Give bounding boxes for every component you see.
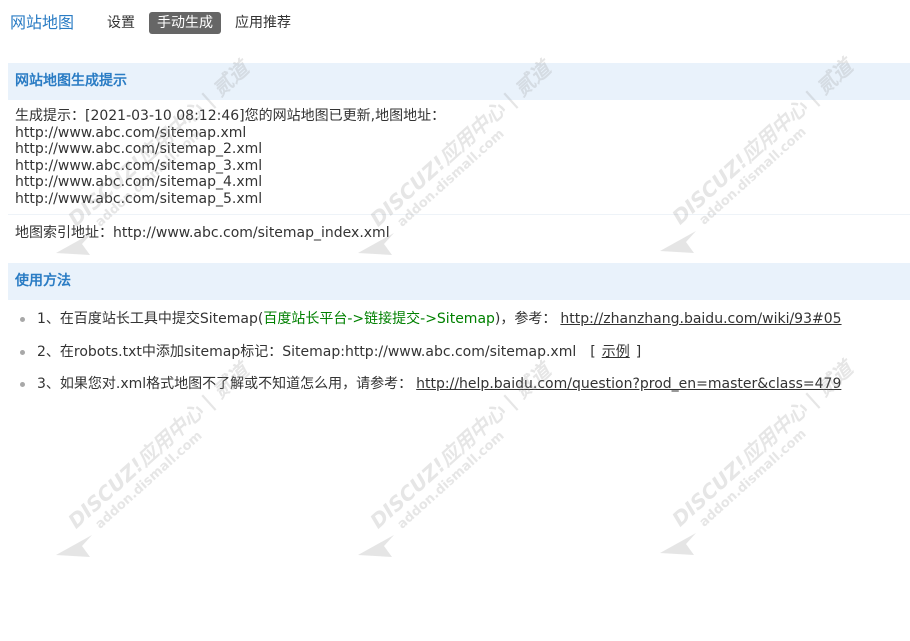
sitemap-url: http://www.abc.com/sitemap_5.xml — [15, 190, 263, 207]
example-link[interactable]: 示例 — [602, 344, 630, 360]
step-text-suffix: )，参考： — [494, 311, 557, 327]
tab-manual-generate[interactable]: 手动生成 — [149, 12, 221, 34]
tab-bar: 设置 手动生成 应用推荐 — [99, 12, 305, 34]
discuz-arrow-logo-icon — [56, 535, 92, 557]
watermark-brand: DISCUZ!应用中心 — [667, 397, 812, 532]
watermark-brand: DISCUZ!应用中心 — [365, 399, 510, 534]
baidu-help-link[interactable]: http://help.baidu.com/question?prod_en=m… — [416, 376, 841, 392]
usage-step-3: 3、如果您对.xml格式地图不了解或不知道怎么用，请参考： http://help… — [0, 376, 910, 393]
baidu-wiki-link[interactable]: http://zhanzhang.baidu.com/wiki/93#05 — [560, 311, 841, 327]
step-highlight: 百度站长平台->链接提交->Sitemap — [263, 311, 495, 327]
step-text: 3、如果您对.xml格式地图不了解或不知道怎么用，请参考： — [37, 376, 413, 393]
usage-step-1: 1、在百度站长工具中提交Sitemap(百度站长平台->链接提交->Sitema… — [0, 311, 910, 328]
usage-section-header: 使用方法 — [8, 263, 910, 300]
usage-step-2: 2、在robots.txt中添加sitemap标记：Sitemap:http:/… — [0, 344, 910, 361]
sitemap-url: http://www.abc.com/sitemap_2.xml — [15, 141, 263, 158]
sitemap-admin-page: 网站地图 设置 手动生成 应用推荐 网站地图生成提示 生成提示：[2021-03… — [0, 0, 910, 641]
sitemap-url: http://www.abc.com/sitemap.xml — [15, 124, 247, 141]
generate-notice: 生成提示：[2021-03-10 08:12:46]您的网站地图已更新,地图地址… — [8, 100, 910, 215]
sitemap-url: http://www.abc.com/sitemap_3.xml — [15, 157, 263, 174]
bracket-close: ] — [635, 343, 642, 360]
watermark-brand: DISCUZ!应用中心 — [63, 399, 208, 534]
step-text: 1、在百度站长工具中提交Sitemap( — [37, 311, 264, 327]
sitemap-index-row: 地图索引地址：http://www.abc.com/sitemap_index.… — [8, 215, 910, 242]
generate-section-title: 网站地图生成提示 — [15, 73, 127, 89]
bullet-dot-icon — [20, 317, 25, 322]
notice-timestamp: [2021-03-10 08:12:46] — [85, 108, 245, 124]
index-label: 地图索引地址： — [15, 224, 113, 241]
bullet-dot-icon — [20, 349, 25, 355]
sitemap-url: http://www.abc.com/sitemap_4.xml — [15, 174, 263, 191]
notice-label: 生成提示： — [15, 108, 85, 124]
index-url: http://www.abc.com/sitemap_index.xml — [113, 224, 390, 241]
page-title: 网站地图 — [10, 13, 75, 32]
usage-steps-list: 1、在百度站长工具中提交Sitemap(百度站长平台->链接提交->Sitema… — [0, 311, 910, 409]
usage-section-title: 使用方法 — [15, 273, 71, 289]
generate-section-body: 生成提示：[2021-03-10 08:12:46]您的网站地图已更新,地图地址… — [8, 100, 910, 241]
step-text: 2、在robots.txt中添加sitemap标记：Sitemap:http:/… — [37, 343, 577, 360]
bullet-dot-icon — [20, 382, 25, 388]
tab-settings[interactable]: 设置 — [99, 12, 143, 34]
notice-message: 您的网站地图已更新,地图地址： — [244, 108, 446, 124]
notice-line: 生成提示：[2021-03-10 08:12:46]您的网站地图已更新,地图地址… — [15, 108, 903, 125]
bracket-open: [ — [590, 343, 596, 360]
discuz-arrow-logo-icon — [660, 533, 696, 555]
page-header: 网站地图 设置 手动生成 应用推荐 — [0, 0, 910, 46]
generate-section-header: 网站地图生成提示 — [8, 63, 910, 100]
discuz-arrow-logo-icon — [358, 535, 394, 557]
tab-app-recommend[interactable]: 应用推荐 — [227, 12, 299, 34]
